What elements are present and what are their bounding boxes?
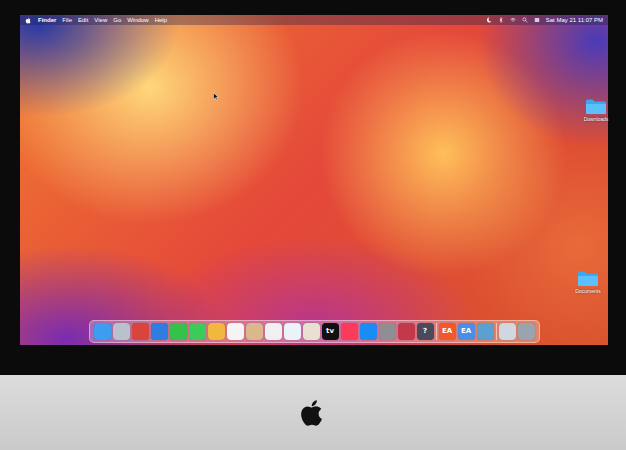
dock-app-glyph: EA bbox=[442, 328, 452, 335]
dock-app-icon[interactable] bbox=[360, 323, 377, 340]
dock: tv? EA EA bbox=[89, 320, 540, 343]
dock-app-icon[interactable] bbox=[265, 323, 282, 340]
dock-separator bbox=[436, 323, 437, 340]
folder-icon bbox=[585, 98, 607, 115]
imac-chin bbox=[0, 375, 626, 450]
dock-app-icon[interactable] bbox=[477, 323, 494, 340]
menu-item[interactable]: File bbox=[62, 15, 72, 25]
dock-app-icon[interactable] bbox=[341, 323, 358, 340]
apple-logo-icon bbox=[298, 398, 328, 428]
desktop-area: Downloads Documents tv? EA EA bbox=[20, 25, 608, 345]
menu-bar: Finder File Edit View Go Window Help Sat May 21… bbox=[20, 15, 608, 25]
desktop-folder[interactable]: Documents bbox=[568, 270, 608, 294]
dock-app-icon[interactable] bbox=[284, 323, 301, 340]
dock-app-icon[interactable] bbox=[246, 323, 263, 340]
dock-app-glyph: tv bbox=[326, 328, 334, 335]
dock-app-icon[interactable] bbox=[379, 323, 396, 340]
folder-label: Downloads bbox=[584, 116, 609, 122]
dock-app-icon[interactable]: EA bbox=[458, 323, 475, 340]
mouse-pointer-icon bbox=[213, 92, 219, 101]
dock-app-glyph: EA bbox=[461, 328, 471, 335]
dock-app-icon[interactable] bbox=[94, 323, 111, 340]
menu-clock[interactable]: Sat May 21 11:07 PM bbox=[546, 15, 603, 25]
screen-bezel: Finder File Edit View Go Window Help Sat May 21… bbox=[0, 0, 626, 345]
wifi-icon[interactable] bbox=[510, 17, 516, 23]
dock-app-icon[interactable]: EA bbox=[439, 323, 456, 340]
dock-app-icon[interactable] bbox=[170, 323, 187, 340]
dock-app-icon[interactable] bbox=[208, 323, 225, 340]
dock-app-icon[interactable] bbox=[151, 323, 168, 340]
bottom-bezel bbox=[0, 345, 626, 375]
dock-app-icon[interactable] bbox=[518, 323, 535, 340]
dock-app-icon[interactable] bbox=[113, 323, 130, 340]
focus-moon-icon[interactable] bbox=[486, 17, 492, 23]
desktop: Finder File Edit View Go Window Help Sat May 21… bbox=[20, 15, 608, 345]
bluetooth-icon[interactable] bbox=[498, 17, 504, 23]
menu-item[interactable]: Window bbox=[127, 15, 148, 25]
dock-separator bbox=[496, 323, 497, 340]
dock-app-glyph: ? bbox=[423, 328, 427, 335]
dock-app-icon[interactable] bbox=[499, 323, 516, 340]
menu-item[interactable]: Edit bbox=[78, 15, 88, 25]
folder-label: Documents bbox=[575, 288, 600, 294]
dock-app-icon[interactable] bbox=[398, 323, 415, 340]
menu-item[interactable]: View bbox=[94, 15, 107, 25]
dock-app-icon[interactable] bbox=[132, 323, 149, 340]
apple-menu-icon[interactable] bbox=[25, 17, 32, 24]
dock-app-icon[interactable] bbox=[227, 323, 244, 340]
imac: Finder File Edit View Go Window Help Sat May 21… bbox=[0, 0, 626, 450]
folder-icon bbox=[577, 270, 599, 287]
menu-item[interactable]: Go bbox=[113, 15, 121, 25]
control-center-icon[interactable] bbox=[534, 17, 540, 23]
dock-app-icon[interactable] bbox=[303, 323, 320, 340]
app-menu[interactable]: Finder bbox=[38, 15, 56, 25]
dock-app-icon[interactable]: tv bbox=[322, 323, 339, 340]
desktop-folder[interactable]: Downloads bbox=[576, 98, 616, 122]
search-icon[interactable] bbox=[522, 17, 528, 23]
dock-app-icon[interactable]: ? bbox=[417, 323, 434, 340]
menu-item[interactable]: Help bbox=[155, 15, 167, 25]
dock-app-icon[interactable] bbox=[189, 323, 206, 340]
